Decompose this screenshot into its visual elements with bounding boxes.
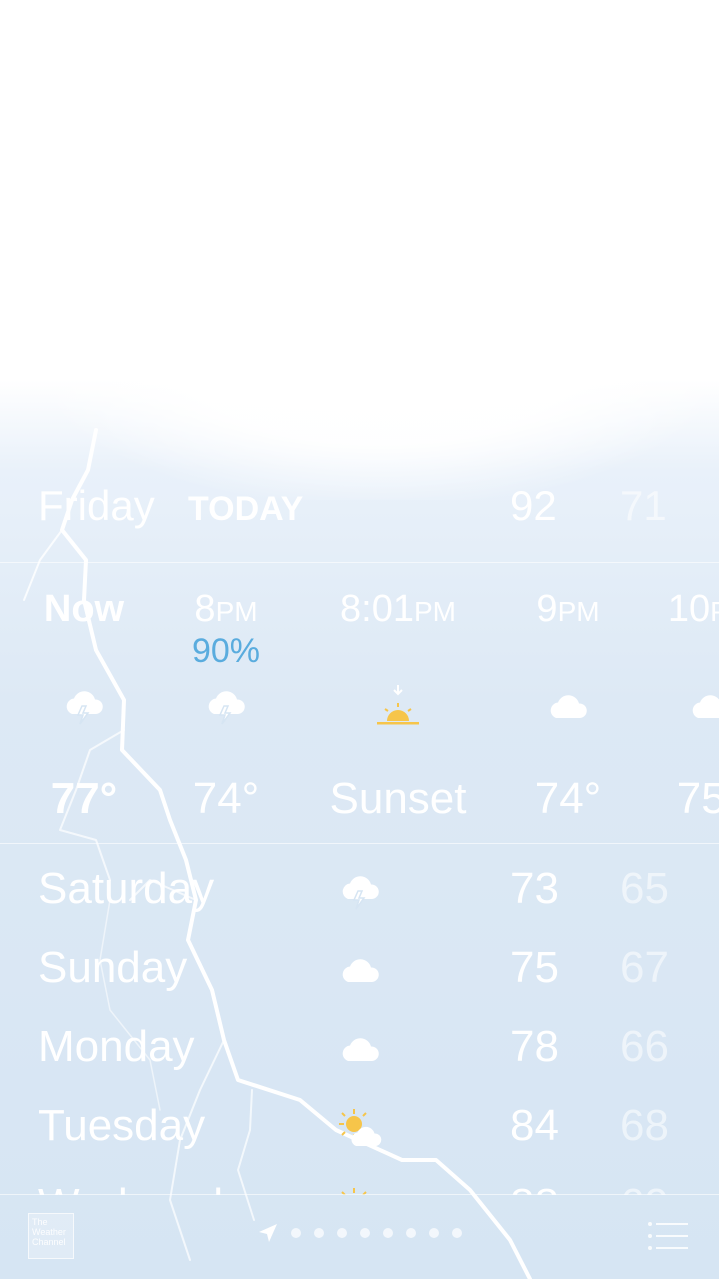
bottom-toolbar: The Weather Channel — [0, 1195, 719, 1279]
location-arrow-icon — [259, 1224, 277, 1242]
weather-channel-logo[interactable]: The Weather Channel — [28, 1213, 74, 1259]
cloud-icon — [332, 945, 388, 995]
page-dot[interactable] — [314, 1228, 324, 1238]
page-dot[interactable] — [337, 1228, 347, 1238]
hour-time: Now — [43, 588, 125, 630]
daily-row: Sunday 75 67 — [0, 929, 719, 1008]
hourly-item: 8PM 90% 74° — [156, 570, 296, 824]
cloud-icon — [332, 1024, 388, 1074]
hour-time: 9PM — [536, 588, 600, 630]
daily-day-name: Tuesday — [38, 1101, 206, 1150]
sky-glow — [40, 240, 719, 500]
cloud-icon — [498, 676, 638, 736]
hour-precip — [498, 632, 638, 672]
page-dot[interactable] — [452, 1228, 462, 1238]
daily-row: Tuesday 84 68 — [0, 1087, 719, 1166]
daily-high-temp: 73 — [510, 864, 559, 913]
hourly-forecast[interactable]: Now 77° 8PM 90% 74° 8:01PM Sunset 9PM 74… — [0, 570, 719, 840]
hourly-item: 8:01PM Sunset — [318, 570, 478, 824]
divider — [0, 843, 719, 844]
daily-low-temp: 65 — [620, 864, 669, 913]
hourly-item: Now 77° — [14, 570, 154, 824]
today-summary-row: Friday TODAY 92 71 — [0, 470, 719, 560]
hourly-item: 9PM 74° — [498, 570, 638, 824]
partly-cloudy-icon — [332, 1103, 388, 1153]
today-low-temp: 71 — [620, 482, 667, 529]
hour-precip — [318, 632, 478, 672]
thunderstorm-icon — [14, 676, 154, 736]
daily-day-name: Wednesday — [38, 1180, 270, 1195]
hour-precip: 90% — [191, 632, 261, 670]
daily-high-temp: 78 — [510, 1022, 559, 1071]
hour-temp: Sunset — [329, 774, 467, 823]
daily-row: Wednesday 88 69 — [0, 1166, 719, 1195]
thunderstorm-icon — [332, 866, 388, 916]
sunset-icon — [318, 676, 478, 736]
hour-temp: 75° — [676, 774, 719, 823]
daily-row: Saturday 73 65 — [0, 850, 719, 929]
hour-precip — [14, 632, 154, 672]
thunderstorm-icon — [156, 676, 296, 736]
daily-low-temp: 66 — [620, 1022, 669, 1071]
page-dot[interactable] — [406, 1228, 416, 1238]
hour-temp: 77° — [50, 774, 118, 823]
today-high-temp: 92 — [510, 482, 557, 529]
daily-day-name: Saturday — [38, 864, 215, 913]
daily-high-temp: 84 — [510, 1101, 559, 1150]
hour-time: 10PM — [667, 588, 719, 630]
hour-temp: 74° — [192, 774, 260, 823]
hour-temp: 74° — [534, 774, 602, 823]
page-dot[interactable] — [383, 1228, 393, 1238]
list-icon[interactable] — [646, 1219, 690, 1253]
page-dot[interactable] — [360, 1228, 370, 1238]
daily-high-temp: 75 — [510, 943, 559, 992]
daily-high-temp: 88 — [510, 1180, 559, 1195]
page-indicator[interactable] — [258, 1223, 462, 1243]
daily-low-temp: 67 — [620, 943, 669, 992]
daily-day-name: Monday — [38, 1022, 195, 1071]
daily-low-temp: 68 — [620, 1101, 669, 1150]
cloud-icon — [640, 676, 719, 736]
daily-low-temp: 69 — [620, 1180, 669, 1195]
divider — [0, 562, 719, 563]
hour-time: 8PM — [194, 588, 258, 630]
page-dot[interactable] — [291, 1228, 301, 1238]
hourly-item: 10PM 75° — [640, 570, 719, 824]
hour-precip — [640, 632, 719, 672]
daily-row: Monday 78 66 — [0, 1008, 719, 1087]
today-label: TODAY — [188, 490, 304, 528]
daily-day-name: Sunday — [38, 943, 188, 992]
today-day-name: Friday — [38, 482, 155, 529]
hour-time: 8:01PM — [340, 588, 456, 630]
daily-forecast[interactable]: Saturday 73 65 Sunday 75 67 Monday 78 66… — [0, 850, 719, 1195]
page-dot[interactable] — [429, 1228, 439, 1238]
